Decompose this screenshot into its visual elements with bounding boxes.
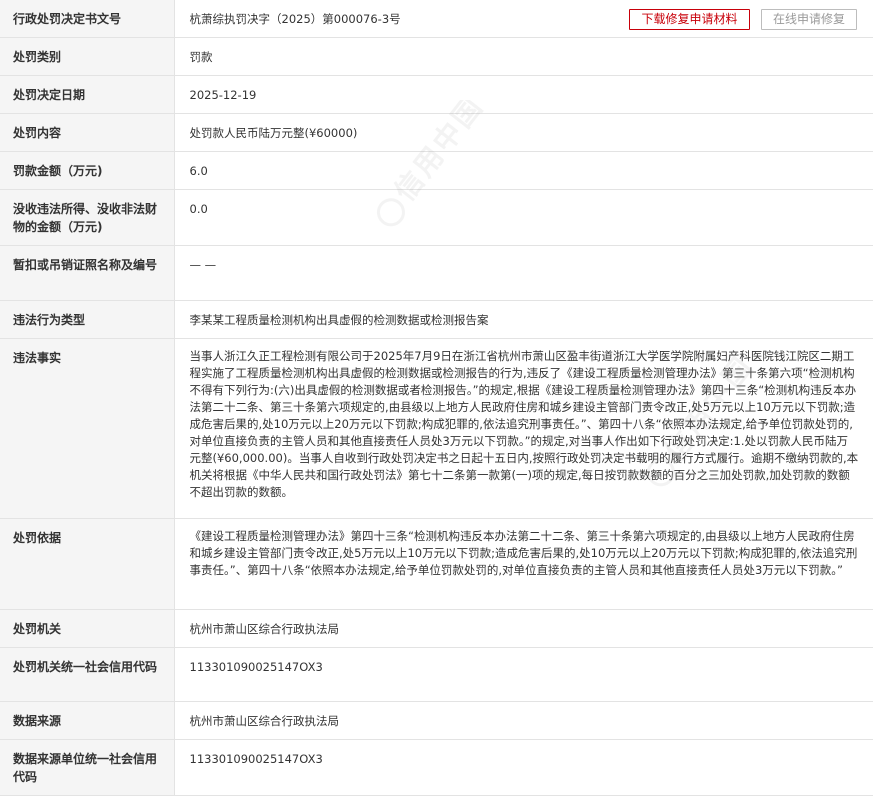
table-row: 数据来源单位统一社会信用代码 113301090025147OX3 — [0, 739, 873, 796]
table-row: 处罚机关 杭州市萧山区综合行政执法局 — [0, 609, 873, 648]
table-row: 数据来源 杭州市萧山区综合行政执法局 — [0, 701, 873, 740]
table-row: 处罚机关统一社会信用代码 113301090025147OX3 — [0, 647, 873, 702]
table-row: 违法行为类型 李某某工程质量检测机构出具虚假的检测数据或检测报告案 — [0, 300, 873, 339]
row-label: 处罚决定日期 — [0, 75, 175, 114]
row-value: 0.0 — [174, 189, 873, 246]
row-label: 违法事实 — [0, 338, 175, 519]
table-row: 暂扣或吊销证照名称及编号 — — — [0, 245, 873, 301]
row-value: 《建设工程质量检测管理办法》第四十三条“检测机构违反本办法第二十二条、第三十条第… — [174, 518, 873, 610]
row-value: 李某某工程质量检测机构出具虚假的检测数据或检测报告案 — [174, 300, 873, 339]
penalty-detail-table: 行政处罚决定书文号 杭萧综执罚决字（2025）第000076-3号 处罚类别 罚… — [0, 0, 873, 796]
row-value: 罚款 — [174, 37, 873, 76]
table-row: 处罚决定日期 2025-12-19 — [0, 75, 873, 114]
row-value: 杭州市萧山区综合行政执法局 — [174, 701, 873, 740]
table-row: 违法事实 当事人浙江久正工程检测有限公司于2025年7月9日在浙江省杭州市萧山区… — [0, 338, 873, 519]
row-label: 处罚内容 — [0, 113, 175, 152]
row-value: — — — [174, 245, 873, 301]
row-value: 2025-12-19 — [174, 75, 873, 114]
table-row: 罚款金额（万元) 6.0 — [0, 151, 873, 190]
table-row: 处罚依据 《建设工程质量检测管理办法》第四十三条“检测机构违反本办法第二十二条、… — [0, 518, 873, 610]
row-label: 罚款金额（万元) — [0, 151, 175, 190]
row-label: 违法行为类型 — [0, 300, 175, 339]
row-label: 处罚依据 — [0, 518, 175, 610]
row-label: 数据来源单位统一社会信用代码 — [0, 739, 175, 796]
row-label: 数据来源 — [0, 701, 175, 740]
table-row: 没收违法所得、没收非法财物的金额（万元) 0.0 — [0, 189, 873, 246]
table-row: 处罚内容 处罚款人民币陆万元整(¥60000) — [0, 113, 873, 152]
row-label: 暂扣或吊销证照名称及编号 — [0, 245, 175, 301]
row-label: 处罚机关 — [0, 609, 175, 648]
row-label: 处罚类别 — [0, 37, 175, 76]
row-value: 处罚款人民币陆万元整(¥60000) — [174, 113, 873, 152]
table-row: 处罚类别 罚款 — [0, 37, 873, 76]
download-repair-materials-button[interactable]: 下载修复申请材料 — [629, 9, 750, 30]
row-label: 没收违法所得、没收非法财物的金额（万元) — [0, 189, 175, 246]
row-value: 113301090025147OX3 — [174, 739, 873, 796]
online-repair-application-button[interactable]: 在线申请修复 — [761, 9, 857, 30]
decision-number: 杭萧综执罚决字（2025）第000076-3号 — [189, 12, 401, 26]
row-value: 113301090025147OX3 — [174, 647, 873, 702]
row-value: 当事人浙江久正工程检测有限公司于2025年7月9日在浙江省杭州市萧山区盈丰街道浙… — [174, 338, 873, 519]
row-value: 杭州市萧山区综合行政执法局 — [174, 609, 873, 648]
row-label: 行政处罚决定书文号 — [0, 0, 175, 38]
row-value: 6.0 — [174, 151, 873, 190]
row-label: 处罚机关统一社会信用代码 — [0, 647, 175, 702]
